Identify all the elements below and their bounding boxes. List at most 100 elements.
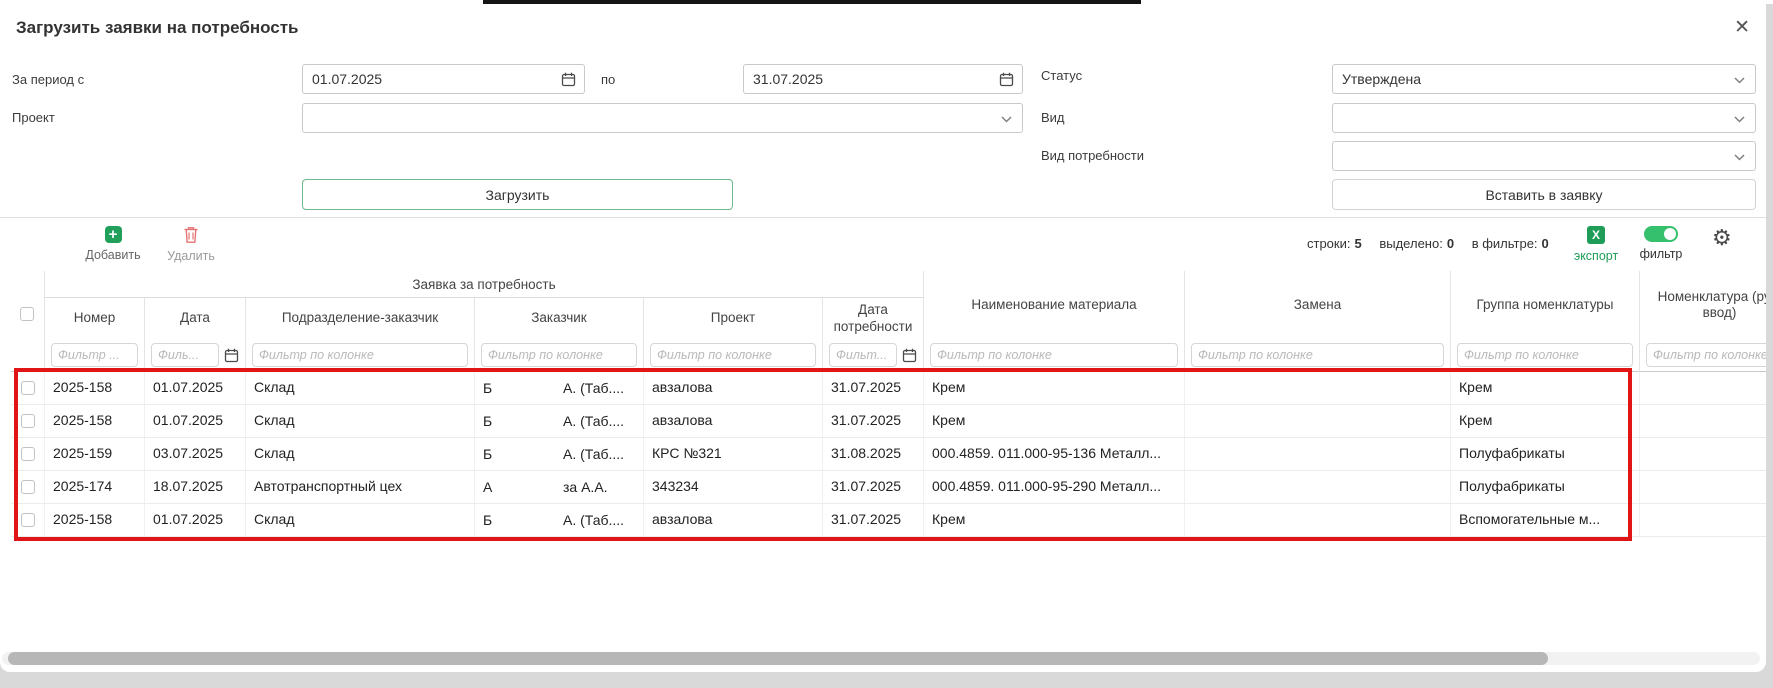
- delete-button[interactable]: Удалить: [163, 226, 219, 263]
- row-checkbox[interactable]: [21, 447, 35, 461]
- cell-project: авзалова: [644, 405, 823, 437]
- filter-input-customer[interactable]: [481, 343, 637, 367]
- chevron-down-icon: [1001, 116, 1012, 123]
- cell-nom_group: Полуфабрикаты: [1451, 471, 1640, 503]
- table-row[interactable]: 2025-17418.07.2025Автотранспортный цехАз…: [11, 471, 1766, 504]
- cell-need_date: 31.07.2025: [823, 471, 924, 503]
- customer-initial: А: [483, 479, 563, 495]
- filter-input-nomenclature[interactable]: [1646, 343, 1766, 367]
- cell-replacement: [1185, 372, 1451, 404]
- add-button[interactable]: + Добавить: [85, 226, 141, 262]
- calendar-icon[interactable]: [999, 72, 1014, 87]
- need-kind-select[interactable]: [1332, 141, 1756, 171]
- add-button-label: Добавить: [85, 248, 140, 262]
- column-header-number[interactable]: Номер: [45, 298, 145, 339]
- column-header-need_date[interactable]: Дата потребности: [823, 298, 924, 339]
- grid-section-divider: [0, 217, 1766, 218]
- column-header-replacement[interactable]: Замена: [1185, 271, 1451, 339]
- filter-input-number[interactable]: [51, 343, 138, 367]
- close-icon[interactable]: ✕: [1734, 16, 1750, 38]
- cell-nom_group: Крем: [1451, 372, 1640, 404]
- calendar-icon[interactable]: [224, 348, 239, 363]
- insert-into-request-button[interactable]: Вставить в заявку: [1332, 179, 1756, 210]
- status-value: Утверждена: [1342, 71, 1421, 87]
- column-header-nomenclature[interactable]: Номенклатура (руч. ввод): [1640, 271, 1766, 339]
- row-checkbox-cell: [11, 438, 45, 470]
- cell-customer: БА. (Таб....: [475, 372, 644, 404]
- filter-input-replacement[interactable]: [1191, 343, 1444, 367]
- date-from-field[interactable]: 01.07.2025: [302, 64, 585, 94]
- filter-input-date[interactable]: [151, 343, 219, 367]
- cell-project: КРС №321: [644, 438, 823, 470]
- cell-material: Крем: [924, 504, 1185, 536]
- filter-cell-department: [246, 339, 475, 372]
- load-button[interactable]: Загрузить: [302, 179, 733, 210]
- rows-count-value: 5: [1354, 236, 1361, 251]
- cell-need_date: 31.07.2025: [823, 504, 924, 536]
- calendar-icon[interactable]: [561, 72, 576, 87]
- cell-nomenclature: [1640, 438, 1766, 470]
- row-checkbox-cell: [11, 405, 45, 437]
- column-header-material[interactable]: Наименование материала: [924, 271, 1185, 339]
- settings-gear-icon[interactable]: ⚙: [1712, 226, 1732, 251]
- table-row[interactable]: 2025-15903.07.2025СкладБА. (Таб....КРС №…: [11, 438, 1766, 471]
- chevron-down-icon: [1734, 77, 1745, 84]
- calendar-icon[interactable]: [902, 348, 917, 363]
- horizontal-scrollbar-thumb[interactable]: [8, 652, 1548, 665]
- filter-input-material[interactable]: [930, 343, 1178, 367]
- filter-input-nom_group[interactable]: [1457, 343, 1633, 367]
- cell-material: Крем: [924, 372, 1185, 404]
- filter-cell-need_date: [823, 339, 924, 372]
- table-row[interactable]: 2025-15801.07.2025СкладБА. (Таб....авзал…: [11, 405, 1766, 438]
- filter-input-department[interactable]: [252, 343, 468, 367]
- delete-button-label: Удалить: [167, 249, 215, 263]
- period-to-label: по: [601, 72, 615, 87]
- project-select[interactable]: [302, 103, 1023, 133]
- customer-initial: Б: [483, 512, 563, 528]
- cell-number: 2025-158: [45, 372, 145, 404]
- status-select[interactable]: Утверждена: [1332, 64, 1756, 94]
- cell-project: 343234: [644, 471, 823, 503]
- row-checkbox[interactable]: [21, 381, 35, 395]
- kind-select[interactable]: [1332, 103, 1756, 133]
- table-row[interactable]: 2025-15801.07.2025СкладБА. (Таб....авзал…: [11, 504, 1766, 537]
- filter-toggle[interactable]: фильтр: [1636, 226, 1686, 261]
- column-header-project[interactable]: Проект: [644, 298, 823, 339]
- customer-name: А. (Таб....: [563, 512, 624, 528]
- column-header-date[interactable]: Дата: [145, 298, 246, 339]
- customer-name: за А.А.: [563, 479, 608, 495]
- customer-initial: Б: [483, 380, 563, 396]
- table-body: 2025-15801.07.2025СкладБА. (Таб....авзал…: [11, 372, 1766, 537]
- row-checkbox[interactable]: [21, 480, 35, 494]
- column-header-customer[interactable]: Заказчик: [475, 298, 644, 339]
- row-checkbox-cell: [11, 504, 45, 536]
- in-filter-count-value: 0: [1542, 236, 1549, 251]
- row-checkbox-cell: [11, 372, 45, 404]
- cell-project: авзалова: [644, 372, 823, 404]
- cell-date: 03.07.2025: [145, 438, 246, 470]
- excel-export-icon: X: [1587, 226, 1605, 244]
- cell-nomenclature: [1640, 471, 1766, 503]
- cell-replacement: [1185, 405, 1451, 437]
- export-button[interactable]: X экспорт: [1570, 226, 1622, 263]
- cell-number: 2025-158: [45, 405, 145, 437]
- cell-number: 2025-158: [45, 504, 145, 536]
- date-to-field[interactable]: 31.07.2025: [743, 64, 1023, 94]
- filter-input-need_date[interactable]: [829, 343, 897, 367]
- toggle-switch-icon[interactable]: [1644, 226, 1678, 242]
- filter-cell-date: [145, 339, 246, 372]
- cell-need_date: 31.07.2025: [823, 372, 924, 404]
- cell-department: Автотранспортный цех: [246, 471, 475, 503]
- cell-department: Склад: [246, 438, 475, 470]
- filter-input-project[interactable]: [650, 343, 816, 367]
- row-checkbox[interactable]: [21, 513, 35, 527]
- kind-label: Вид: [1041, 110, 1065, 125]
- cell-nomenclature: [1640, 405, 1766, 437]
- select-all-checkbox[interactable]: [20, 307, 34, 321]
- cell-date: 01.07.2025: [145, 504, 246, 536]
- column-header-department[interactable]: Подразделение-заказчик: [246, 298, 475, 339]
- row-checkbox[interactable]: [21, 414, 35, 428]
- column-header-nom_group[interactable]: Группа номенклатуры: [1451, 271, 1640, 339]
- table-row[interactable]: 2025-15801.07.2025СкладБА. (Таб....авзал…: [11, 372, 1766, 405]
- project-label: Проект: [12, 110, 55, 125]
